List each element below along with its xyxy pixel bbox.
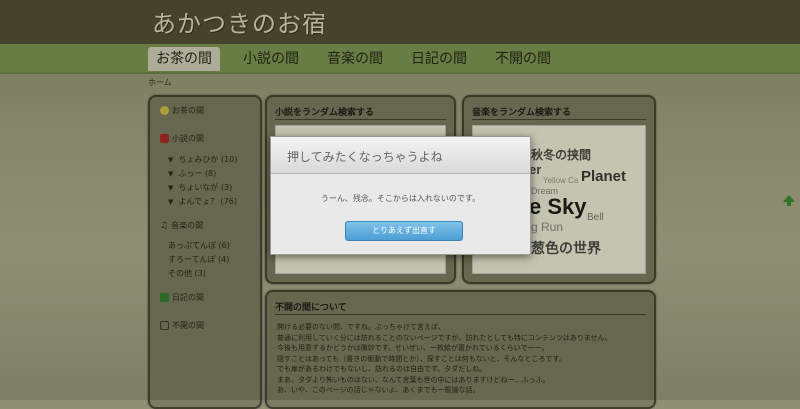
dialog-ok-button[interactable]: とりあえず出直す (345, 221, 463, 241)
dialog-title: 押してみたくなっちゃうよね (287, 150, 443, 164)
dialog-message: うーん、残念。そこからは入れないのです。 (320, 194, 481, 203)
dialog-header: 押してみたくなっちゃうよね (271, 137, 530, 174)
modal-dialog: 押してみたくなっちゃうよね うーん、残念。そこからは入れないのです。 とりあえず… (270, 136, 531, 255)
